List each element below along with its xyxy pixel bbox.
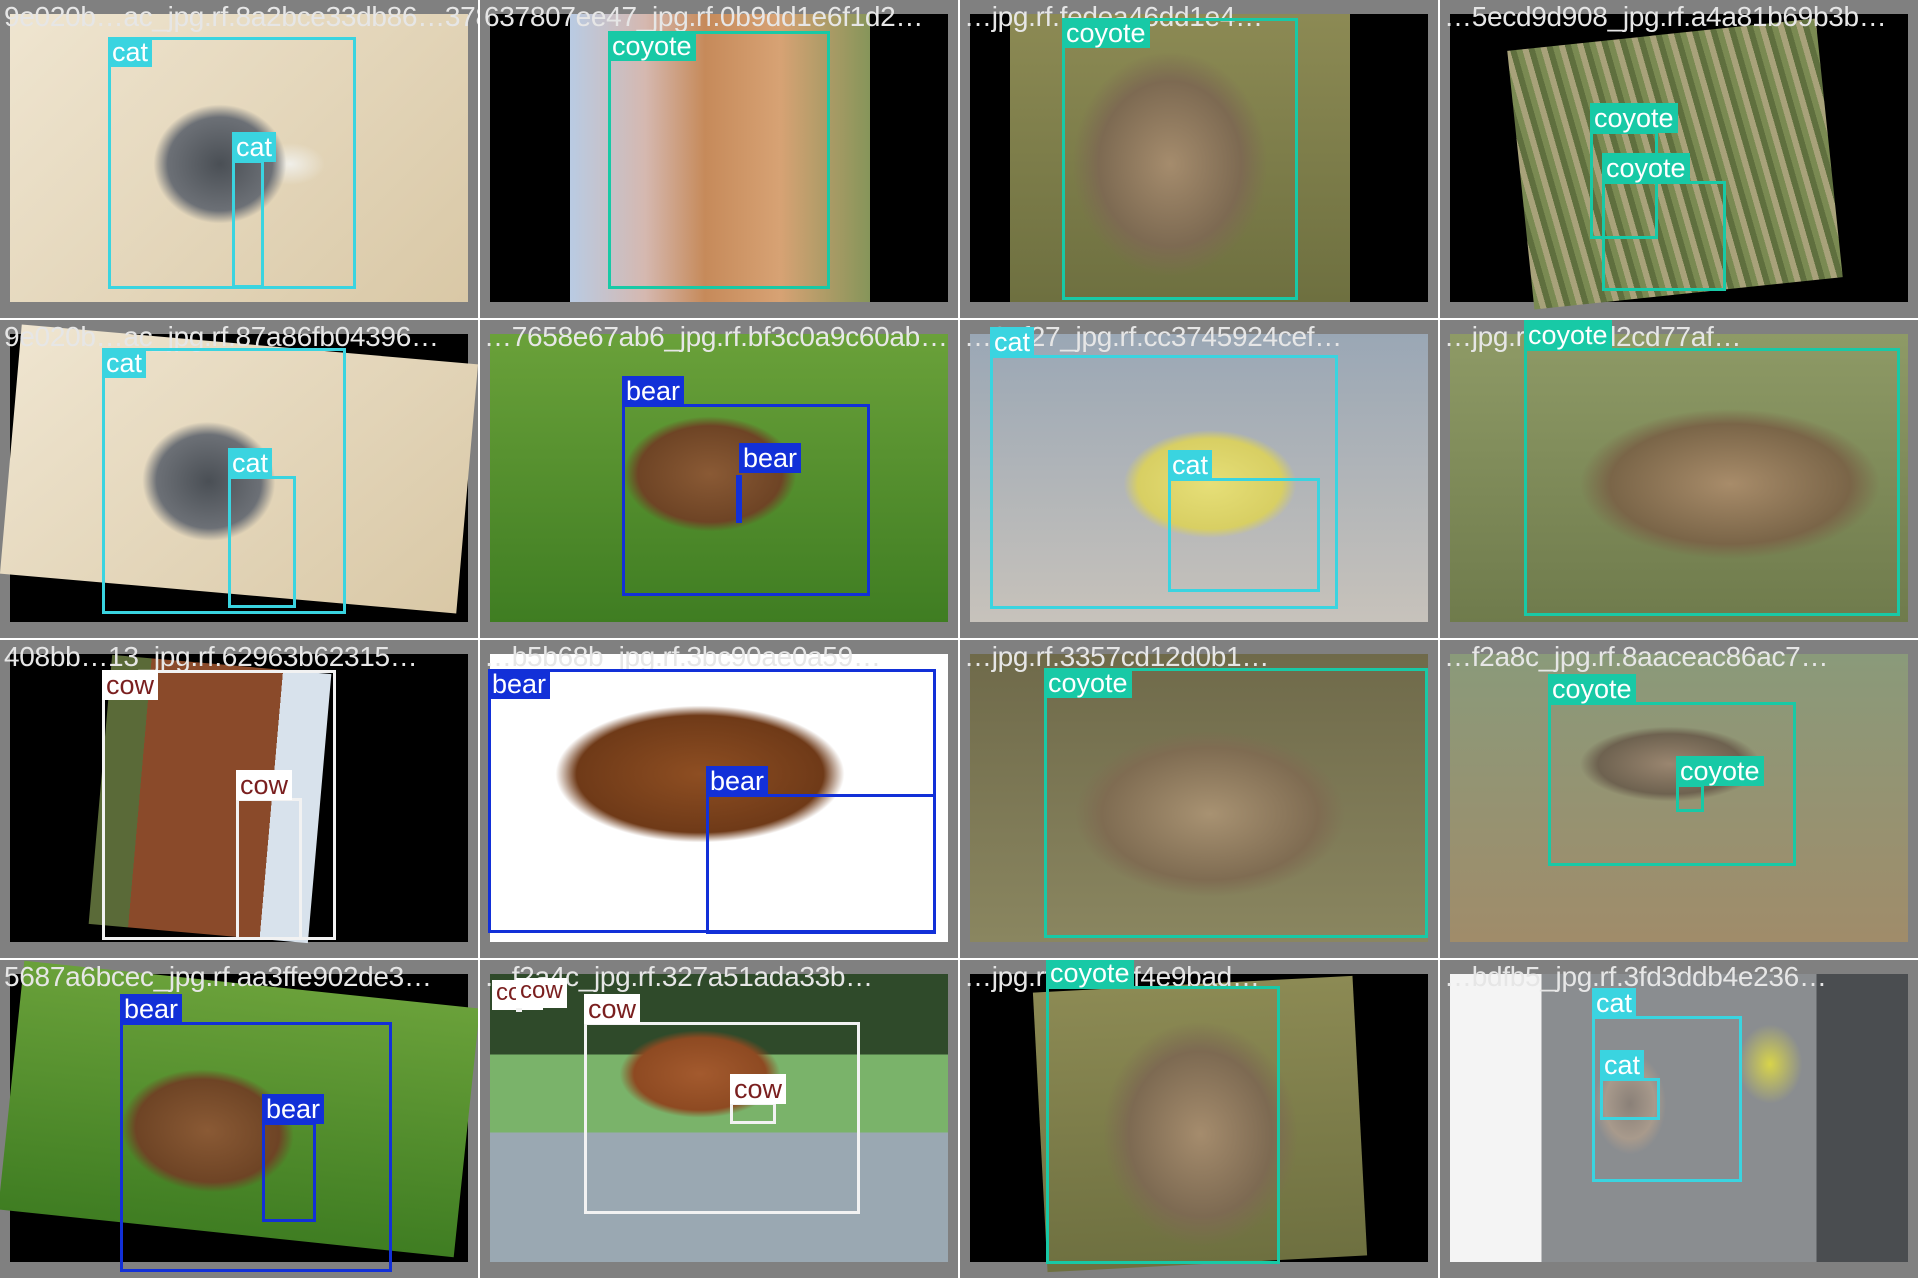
bbox-label: cat xyxy=(1592,988,1637,1018)
bbox-label: cat xyxy=(1600,1050,1645,1080)
mosaic-tile: …7658e67ab6_jpg.rf.bf3c0a9c60ab… bear be… xyxy=(480,320,960,640)
bbox-label: cow xyxy=(584,994,641,1024)
bbox-cat: cat xyxy=(228,448,296,608)
bbox-label: coyote xyxy=(1062,18,1150,48)
mosaic-tile: …jpg.rf.9920d2cd77af… coyote xyxy=(1440,320,1920,640)
bbox-label: coyote xyxy=(1046,960,1134,988)
mosaic-tile: …b5b68b_jpg.rf.3bc90ae0a59… bear bear xyxy=(480,640,960,960)
bbox-label: bear xyxy=(622,376,685,406)
bbox-label: coyote xyxy=(1590,103,1678,133)
mosaic-tile: 637807ee47_jpg.rf.0b9dd1e6f1d2… coyote xyxy=(480,0,960,320)
mosaic-tile: …f2a4c_jpg.rf.327a51ada33b… cow cow cow … xyxy=(480,960,960,1280)
detection-mosaic: 9e020b…ac_jpg.rf.8a2bce33db86…37807ee47 … xyxy=(0,0,1920,1280)
tile-filename: …7658e67ab6_jpg.rf.bf3c0a9c60ab… xyxy=(484,321,948,352)
bbox-coyote: coyote xyxy=(1602,153,1726,291)
bbox-label: cat xyxy=(232,132,277,162)
mosaic-tile: 5687a6bcec_jpg.rf.aa3ffe902de3… bear bea… xyxy=(0,960,480,1280)
bbox-bear: bear xyxy=(262,1094,325,1222)
bbox-cat: cat xyxy=(102,348,346,614)
bbox-label: cat xyxy=(228,448,273,478)
bbox-coyote: coyote xyxy=(1676,756,1764,812)
bbox-coyote: coyote xyxy=(1044,668,1428,938)
bbox-label: coyote xyxy=(1676,756,1764,786)
bbox-label: bear xyxy=(706,766,769,796)
bbox-label: cow xyxy=(102,670,159,700)
tile-filename: …b5b68b_jpg.rf.3bc90ae0a59… xyxy=(484,641,881,672)
bbox-label: coyote xyxy=(1524,320,1612,350)
bbox-cow: cow xyxy=(516,978,567,1012)
tile-filename: 9e020b…ac_jpg.rf.8a2bce33db86…37807ee47 … xyxy=(4,1,478,32)
tile-filename: 5687a6bcec_jpg.rf.aa3ffe902de3… xyxy=(4,961,432,992)
bbox-label: bear xyxy=(488,669,551,699)
bbox-label: cow xyxy=(516,978,567,1008)
mosaic-tile: …5ecd9d908_jpg.rf.a4a81b69b3b… coyote co… xyxy=(1440,0,1920,320)
bbox-label: cow xyxy=(236,770,293,800)
bbox-cow: cow xyxy=(236,770,302,940)
bbox-label: coyote xyxy=(1044,668,1132,698)
bbox-coyote: coyote xyxy=(608,31,830,289)
bbox-label: bear xyxy=(120,994,183,1024)
bbox-label: coyote xyxy=(608,31,696,61)
bbox-label: bear xyxy=(739,443,802,473)
bbox-label: coyote xyxy=(1602,153,1690,183)
bbox-label: coyote xyxy=(1548,674,1636,704)
bbox-label: cat xyxy=(990,327,1035,357)
mosaic-tile: …bdfb5_jpg.rf.3fd3ddb4e236… cat cat xyxy=(1440,960,1920,1280)
bbox-label: cat xyxy=(1168,450,1213,480)
bbox-coyote: coyote xyxy=(1524,320,1900,616)
bbox-bear: bear xyxy=(120,994,392,1272)
bbox-bear: bear xyxy=(622,376,870,596)
mosaic-tile: 9e020b…ac_jpg.rf.8a2bce33db86…37807ee47 … xyxy=(0,0,480,320)
tile-filename: 408bb…13_jpg.rf.62963b62315… xyxy=(4,641,418,672)
bbox-label: cow xyxy=(730,1074,787,1104)
mosaic-tile: …25f27_jpg.rf.cc3745924cef… cat cat xyxy=(960,320,1440,640)
bbox-cat: cat xyxy=(1600,1050,1660,1120)
tile-filename: 637807ee47_jpg.rf.0b9dd1e6f1d2… xyxy=(484,1,924,32)
mosaic-tile: 9e020b…ac_jpg.rf.87a86fb04396… cat cat xyxy=(0,320,480,640)
bbox-coyote: coyote xyxy=(1046,960,1280,1264)
bbox-cat: cat xyxy=(1168,450,1320,592)
mosaic-tile: …jpg.rf.3357cd12d0b1… coyote xyxy=(960,640,1440,960)
mosaic-tile: …jpg.rf.fedea46dd1e4… coyote xyxy=(960,0,1440,320)
mosaic-tile: 408bb…13_jpg.rf.62963b62315… cow cow xyxy=(0,640,480,960)
bbox-coyote: coyote xyxy=(1062,18,1298,300)
bbox-label: cat xyxy=(102,348,147,378)
bbox-bear: bear xyxy=(736,443,802,523)
bbox-bear: bear xyxy=(706,766,936,934)
bbox-cow: cow xyxy=(730,1074,787,1124)
bbox-label: cat xyxy=(108,37,153,67)
bbox-label: bear xyxy=(262,1094,325,1124)
bbox-cow: cow xyxy=(584,994,860,1214)
tile-filename: …5ecd9d908_jpg.rf.a4a81b69b3b… xyxy=(1444,1,1887,32)
mosaic-tile: …jpg.rf.c47c1f4e9bad… coyote xyxy=(960,960,1440,1280)
mosaic-tile: …f2a8c_jpg.rf.8aaceac86ac7… coyote coyot… xyxy=(1440,640,1920,960)
bbox-cat: cat xyxy=(232,132,277,288)
tile-filename: …f2a8c_jpg.rf.8aaceac86ac7… xyxy=(1444,641,1829,672)
